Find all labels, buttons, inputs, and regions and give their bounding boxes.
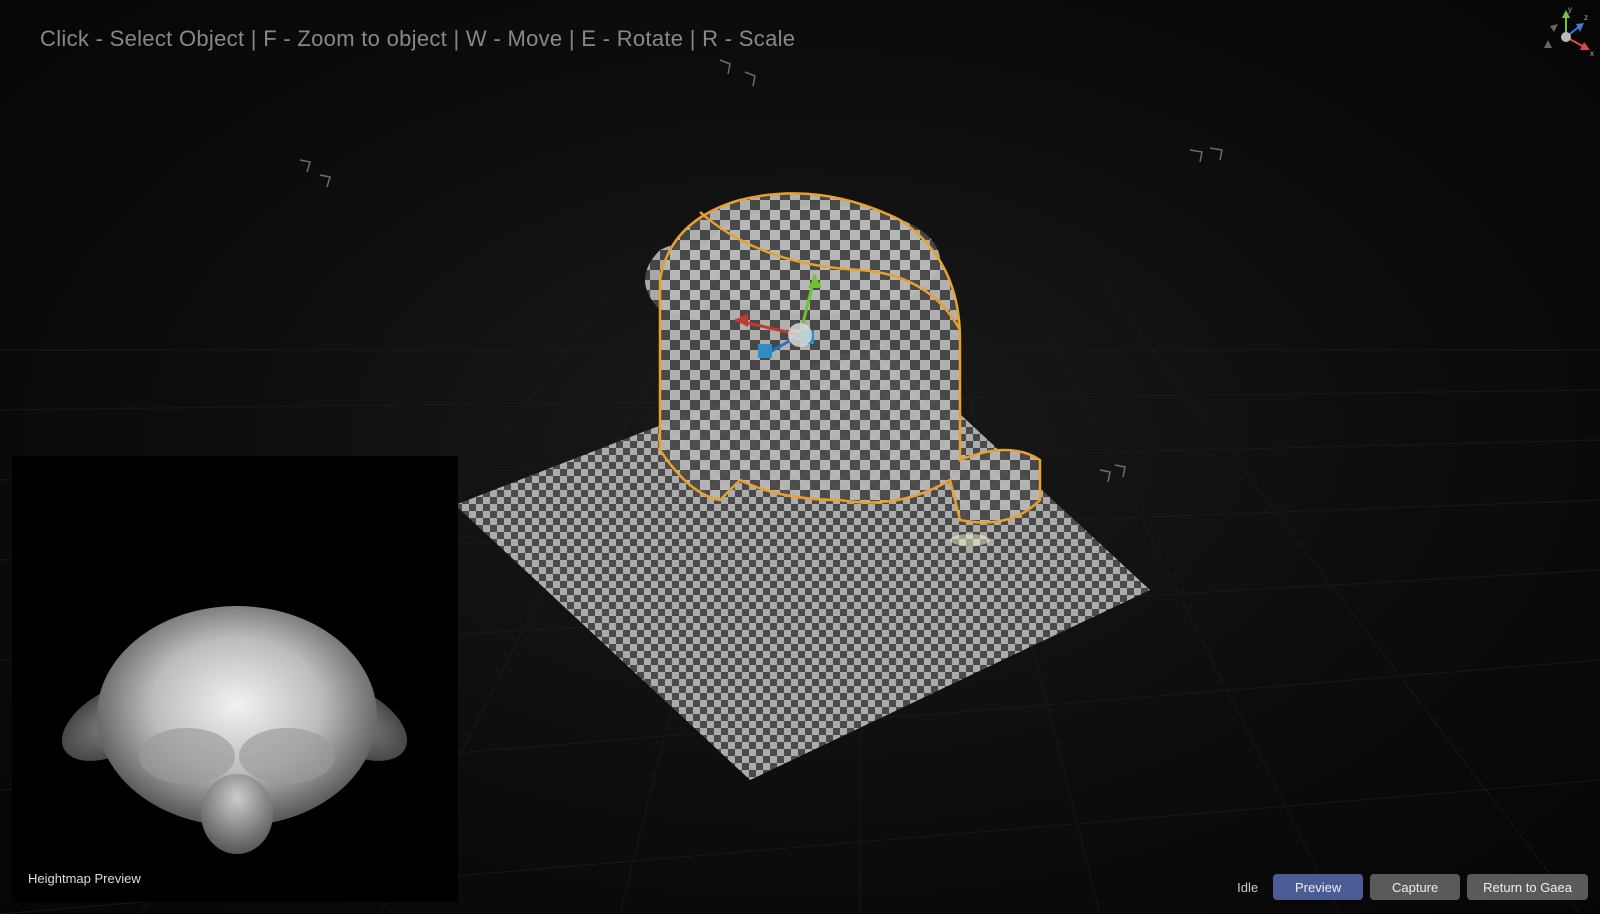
svg-text:z: z	[1584, 13, 1588, 22]
preview-button[interactable]: Preview	[1273, 874, 1363, 900]
hotkey-help-text: Click - Select Object | F - Zoom to obje…	[40, 26, 795, 52]
heightmap-preview-label: Heightmap Preview	[28, 871, 141, 886]
axis-orientation-gizmo[interactable]: y x z	[1536, 4, 1596, 64]
return-to-gaea-button[interactable]: Return to Gaea	[1467, 874, 1588, 900]
bottom-action-bar: Idle Preview Capture Return to Gaea	[1237, 874, 1588, 900]
status-text: Idle	[1237, 880, 1258, 895]
viewport-3d[interactable]: Click - Select Object | F - Zoom to obje…	[0, 0, 1600, 914]
heightfield-object	[645, 193, 1040, 522]
capture-button[interactable]: Capture	[1370, 874, 1460, 900]
heightmap-preview-panel: Heightmap Preview	[12, 456, 458, 902]
svg-text:y: y	[1568, 5, 1572, 14]
svg-text:x: x	[1590, 49, 1594, 58]
heightmap-image	[12, 456, 458, 902]
